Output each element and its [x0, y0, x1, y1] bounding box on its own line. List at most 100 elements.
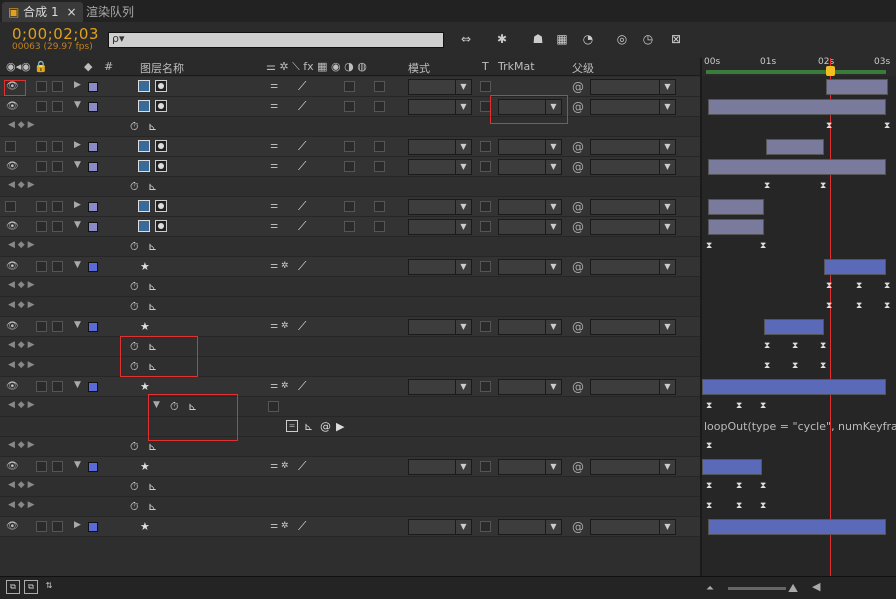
shy-switch-icon[interactable]: ⚌ ✲ [270, 261, 288, 271]
keyframe-marker[interactable]: ⧗ [760, 241, 766, 251]
keyframe-marker[interactable]: ⧗ [826, 281, 832, 291]
solo-toggle[interactable] [36, 141, 47, 152]
layer-duration-bar[interactable] [702, 379, 886, 395]
fx-switch[interactable] [344, 221, 355, 232]
timeline-track[interactable] [702, 137, 896, 157]
graph-editor-icon[interactable]: ⊠ [666, 30, 686, 48]
stopwatch-icon[interactable]: ⏱ [130, 120, 139, 134]
mode-dropdown[interactable]: ▼ [408, 139, 472, 155]
trkmat-dropdown[interactable]: ▼ [498, 459, 562, 475]
stopwatch-icon[interactable]: ⏱ [130, 300, 139, 314]
stopwatch-icon[interactable]: ⏱ [130, 440, 139, 454]
layer-row[interactable]: 👁 ▼ ⚌ ⟋ ▼ ▼ @ ▼ [0, 97, 700, 117]
zoom-slider[interactable] [728, 587, 786, 590]
fx-switch[interactable] [344, 141, 355, 152]
label-color-swatch[interactable] [88, 162, 98, 172]
layer-duration-bar[interactable] [708, 159, 886, 175]
preserve-transparency-toggle[interactable] [480, 381, 491, 392]
solo-toggle[interactable] [36, 521, 47, 532]
timeline-track[interactable]: ⧗ [702, 437, 896, 457]
layer-row[interactable]: 👁 ▼ ★ ⚌ ✲ ⟋ ▼ ▼ @ ▼ [0, 457, 700, 477]
keyframe-navigator-icon[interactable]: ◀ ◆ ▶ [8, 500, 35, 510]
parent-dropdown[interactable]: ▼ [590, 459, 676, 475]
timeline-track[interactable]: ⧗ ⧗ ⧗ [702, 497, 896, 517]
keyframe-marker[interactable]: ⧗ [760, 401, 766, 411]
property-row[interactable]: ◀ ◆ ▶ ⏱ ⊾ [0, 297, 700, 317]
solo-toggle[interactable] [36, 81, 47, 92]
solo-toggle[interactable] [36, 381, 47, 392]
property-row[interactable]: ◀ ◆ ▶ ⏱ ⊾ [0, 177, 700, 197]
layer-duration-bar[interactable] [708, 199, 764, 215]
parent-dropdown[interactable]: ▼ [590, 259, 676, 275]
keyframe-navigator-icon[interactable]: ◀ ◆ ▶ [8, 480, 35, 490]
timeline-panel[interactable]: 00s 01s 02s 03s ⧗ ⧗ ⧗ ⧗ ⧗ ⧗ ⧗ ⧗ ⧗ ⧗ ⧗ ⧗ ⧗ ⧗ ⧗ ⧗ ⧗ ⧗ ⧗ ⧗ ⧗ ⧗ ⧗ ⧗… [700, 57, 896, 576]
collapse-arrow-icon[interactable]: ▼ [74, 320, 81, 330]
expression-graph-icon[interactable]: ⊾ [304, 420, 313, 433]
property-row[interactable]: ◀ ◆ ▶ ⏱ ⊾ [0, 477, 700, 497]
graph-icon[interactable]: ⊾ [148, 240, 157, 253]
keyframe-navigator-icon[interactable]: ◀ ◆ ▶ [8, 440, 35, 450]
timeline-track[interactable]: ⧗ ⧗ ⧗ [702, 477, 896, 497]
layer-duration-bar[interactable] [702, 459, 762, 475]
keyframe-navigator-icon[interactable]: ◀ ◆ ▶ [8, 240, 35, 250]
layer-row[interactable]: 👁 ▼ ★ ⚌ ✲ ⟋ ▼ ▼ @ ▼ [0, 377, 700, 397]
keyframe-navigator-icon[interactable]: ◀ ◆ ▶ [8, 300, 35, 310]
parent-dropdown[interactable]: ▼ [590, 379, 676, 395]
quality-pen-icon[interactable]: ⟋ [298, 79, 306, 94]
adjustment-switch[interactable] [374, 81, 385, 92]
shy-switch-icon[interactable]: ⚌ [270, 221, 278, 231]
label-color-swatch[interactable] [88, 462, 98, 472]
mode-dropdown[interactable]: ▼ [408, 219, 472, 235]
keyframe-marker[interactable]: ⧗ [792, 361, 798, 371]
preserve-transparency-toggle[interactable] [480, 141, 491, 152]
keyframe-marker[interactable]: ⧗ [884, 301, 890, 311]
lock-toggle[interactable] [52, 381, 63, 392]
timeline-track[interactable] [702, 77, 896, 97]
tab-comp1[interactable]: ▣ 合成 1 × [2, 2, 83, 22]
property-row[interactable]: ◀ ◆ ▶ ⏱ ⊾ [0, 357, 700, 377]
visibility-toggle[interactable] [5, 201, 16, 212]
parent-pickwhip-icon[interactable]: @ [572, 160, 584, 174]
trkmat-dropdown[interactable]: ▼ [498, 159, 562, 175]
preserve-transparency-toggle[interactable] [480, 521, 491, 532]
search-input[interactable]: ρ▾ [108, 32, 444, 48]
keyframe-marker[interactable]: ⧗ [820, 341, 826, 351]
label-color-swatch[interactable] [88, 382, 98, 392]
trkmat-dropdown[interactable]: ▼ [498, 519, 562, 535]
keyframe-navigator-icon[interactable]: ◀ ◆ ▶ [8, 360, 35, 370]
layer-row[interactable]: 👁 ▶ ★ ⚌ ✲ ⟋ ▼ ▼ @ ▼ [0, 517, 700, 537]
expand-arrow-icon[interactable]: ▶ [74, 140, 81, 150]
property-row[interactable]: ◀ ◆ ▶ ⏱ ⊾ [0, 497, 700, 517]
quality-pen-icon[interactable]: ⟋ [298, 519, 306, 534]
label-color-swatch[interactable] [88, 202, 98, 212]
collapse-arrow-icon[interactable]: ▼ [74, 160, 81, 170]
label-color-swatch[interactable] [88, 522, 98, 532]
adjustment-switch[interactable] [374, 161, 385, 172]
layer-duration-bar[interactable] [826, 79, 888, 95]
visibility-eye-icon[interactable]: 👁 [6, 381, 19, 392]
timeline-track[interactable] [702, 217, 896, 237]
parent-pickwhip-icon[interactable]: @ [572, 140, 584, 154]
keyframe-marker[interactable]: ⧗ [764, 181, 770, 191]
timeline-track[interactable]: ⧗ ⧗ ⧗ [702, 297, 896, 317]
col-layer-name[interactable]: 图层名称 [140, 60, 184, 76]
keyframe-marker[interactable]: ⧗ [792, 341, 798, 351]
parent-pickwhip-icon[interactable]: @ [572, 260, 584, 274]
keyframe-marker[interactable]: ⧗ [736, 481, 742, 491]
timeline-track[interactable]: ⧗ ⧗ ⧗ [702, 357, 896, 377]
layer-duration-bar[interactable] [764, 319, 824, 335]
layer-row[interactable]: 👁 ▶ ⚌ ⟋ ▼ @ ▼ [0, 77, 700, 97]
keyframe-navigator-icon[interactable]: ◀ ◆ ▶ [8, 180, 35, 190]
expression-enable-icon[interactable]: = [286, 420, 298, 432]
expression-text[interactable]: loopOut(type = "cycle", numKeyframes [704, 420, 896, 433]
quality-pen-icon[interactable]: ⟋ [298, 459, 306, 474]
fx-switch[interactable] [344, 81, 355, 92]
expand-arrow-icon[interactable]: ▶ [74, 80, 81, 90]
lock-toggle[interactable] [52, 521, 63, 532]
parent-dropdown[interactable]: ▼ [590, 79, 676, 95]
keyframe-marker[interactable]: ⧗ [736, 501, 742, 511]
keyframe-navigator-icon[interactable]: ◀ ◆ ▶ [8, 340, 35, 350]
parent-dropdown[interactable]: ▼ [590, 319, 676, 335]
visibility-eye-icon[interactable]: 👁 [6, 321, 19, 332]
fx-switch[interactable] [344, 161, 355, 172]
